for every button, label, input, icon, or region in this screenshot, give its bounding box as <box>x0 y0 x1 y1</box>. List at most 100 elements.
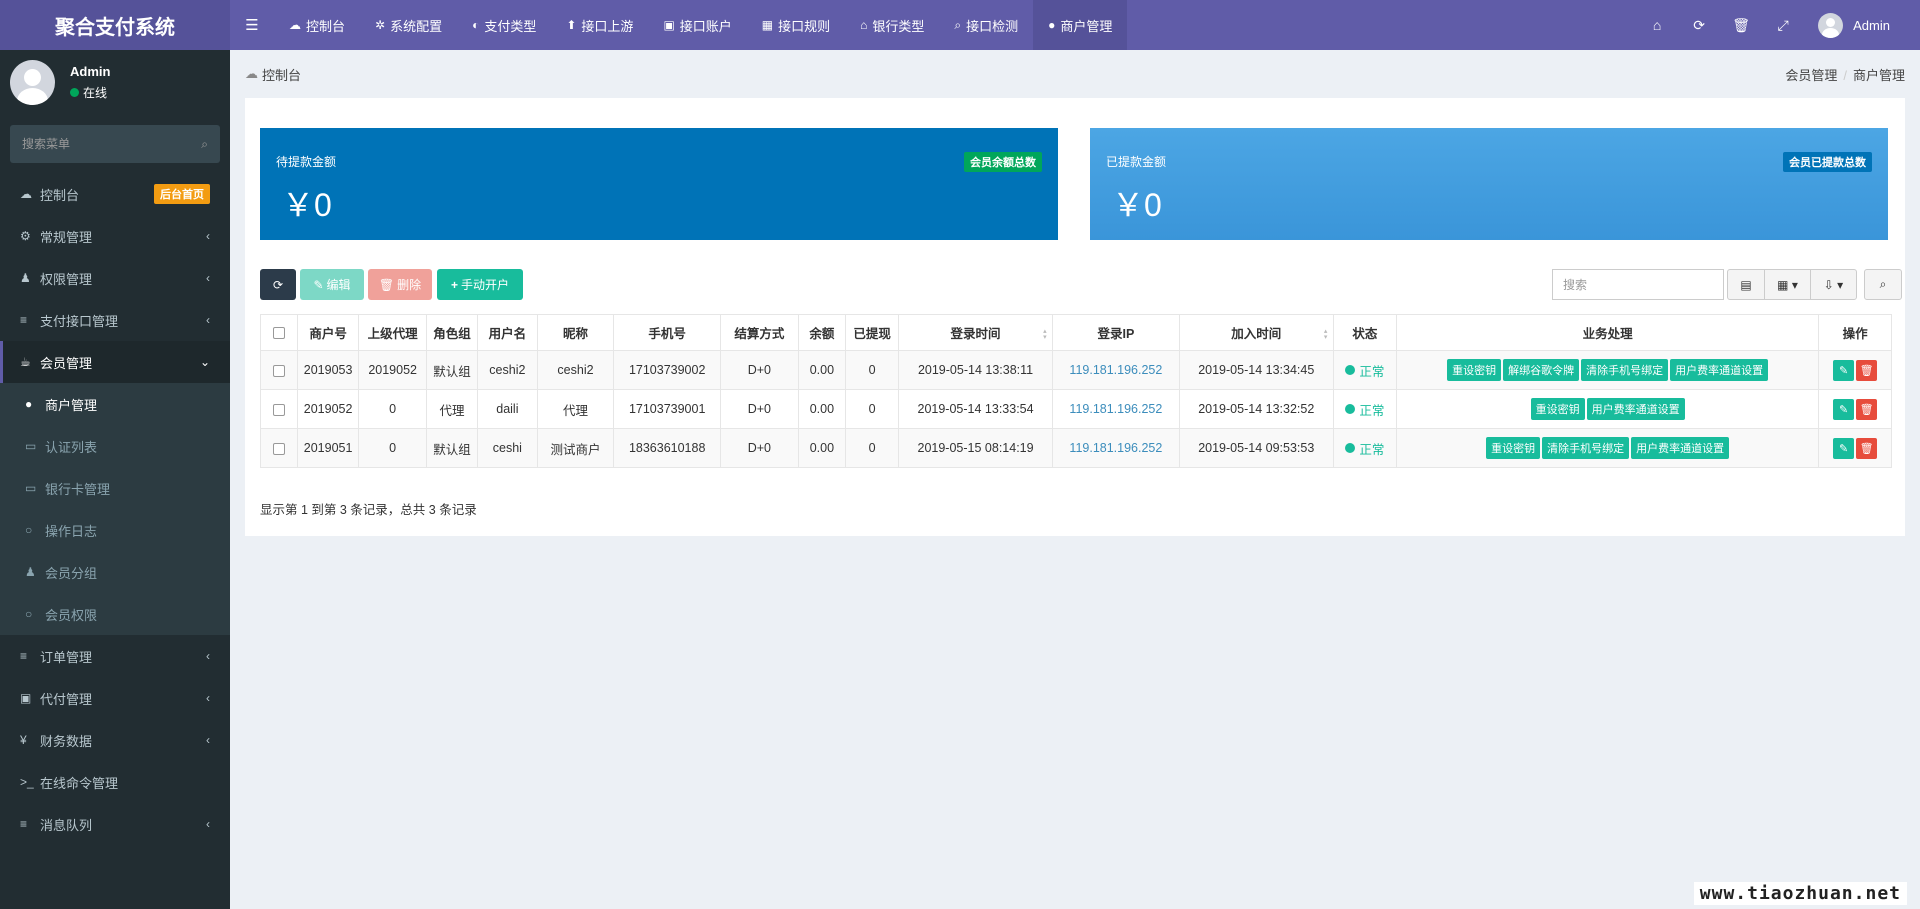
refresh-icon: ⟳ <box>272 277 284 292</box>
edit-button[interactable]: ✎ 编辑 <box>300 269 364 300</box>
row-delete-button[interactable]: 🗑 <box>1856 398 1878 420</box>
reset-key-button[interactable]: 重设密钥 <box>1447 359 1502 381</box>
select-all-checkbox[interactable] <box>272 327 285 340</box>
table-row[interactable]: 2019053 2019052 默认组 ceshi2 ceshi2 171037… <box>260 350 1892 390</box>
reset-key-button[interactable]: 重设密钥 <box>1486 437 1541 459</box>
row-checkbox[interactable] <box>272 364 285 377</box>
row-edit-button[interactable]: ✎ <box>1833 437 1855 459</box>
sidebar-item-payout[interactable]: ▣ 代付管理 ‹ <box>0 677 230 719</box>
cell-nickname: ceshi2 <box>536 350 615 390</box>
sidebar-subitem-rule[interactable]: ○ 会员权限 <box>0 593 230 635</box>
grid-icon: ▦ ▾ <box>1777 277 1798 292</box>
col-header: 用户名 <box>477 314 538 351</box>
stat-value: ￥0 <box>282 187 332 223</box>
clear-phone-button[interactable]: 清除手机号绑定 <box>1542 437 1630 459</box>
columns-button[interactable]: ▦ ▾ <box>1764 269 1811 300</box>
rate-channel-button[interactable]: 用户费率通道设置 <box>1586 398 1685 420</box>
trash-icon[interactable]: 🗑 <box>1720 17 1762 34</box>
topnav-system-config[interactable]: ✲ 系统配置 <box>360 0 457 50</box>
topnav-account[interactable]: ▣ 接口账户 <box>648 0 746 50</box>
sidebar-subitem-bank-card[interactable]: ▭ 银行卡管理 <box>0 467 230 509</box>
export-button[interactable]: ⇩ ▾ <box>1810 269 1857 300</box>
clear-phone-button[interactable]: 清除手机号绑定 <box>1581 359 1669 381</box>
row-edit-button[interactable]: ✎ <box>1833 359 1855 381</box>
unbind-google-button[interactable]: 解绑谷歌令牌 <box>1503 359 1580 381</box>
sidebar-item-command[interactable]: >_ 在线命令管理 <box>0 761 230 803</box>
cell-balance: 0.00 <box>797 389 846 429</box>
home-icon[interactable]: ⌂ <box>1636 17 1678 33</box>
row-edit-button[interactable]: ✎ <box>1833 398 1855 420</box>
col-header-sortable[interactable]: 登录时间 <box>898 314 1053 351</box>
circle-icon: ○ <box>25 523 33 537</box>
app-logo[interactable]: 聚合支付系统 <box>0 0 230 50</box>
cell-join-time: 2019-05-14 13:34:45 <box>1178 350 1334 390</box>
topnav-merchant[interactable]: ● 商户管理 <box>1033 0 1128 50</box>
ip-link[interactable]: 119.181.196.252 <box>1069 363 1162 377</box>
rate-channel-button[interactable]: 用户费率通道设置 <box>1670 359 1769 381</box>
cell-withdrawn: 0 <box>844 389 900 429</box>
menu-search-input[interactable] <box>22 137 202 151</box>
sidebar-item-queue[interactable]: ≡ 消息队列 ‹ <box>0 803 230 845</box>
header-user-menu[interactable]: Admin <box>1818 12 1890 38</box>
table-row[interactable]: 2019051 0 默认组 ceshi 测试商户 18363610188 D+0… <box>260 428 1892 468</box>
fullscreen-icon[interactable]: ⤢ <box>1762 17 1804 34</box>
topnav-check[interactable]: ⌕ 接口检测 <box>939 0 1033 50</box>
refresh-icon[interactable]: ⟳ <box>1678 17 1720 34</box>
sidebar-item-dashboard[interactable]: ☁ 控制台 后台首页 <box>0 173 230 215</box>
advanced-search-button[interactable]: ⌕ <box>1864 269 1902 300</box>
add-merchant-button[interactable]: + 手动开户 <box>437 269 523 300</box>
cell-login-time: 2019-05-14 13:33:54 <box>898 389 1053 429</box>
delete-button[interactable]: 🗑 删除 <box>368 269 432 300</box>
rate-channel-button[interactable]: 用户费率通道设置 <box>1631 437 1730 459</box>
status-dot-icon <box>70 88 79 97</box>
refresh-button[interactable]: ⟳ <box>260 269 296 300</box>
topnav-bank-type[interactable]: ⌂ 银行类型 <box>845 0 939 50</box>
topnav-pay-type[interactable]: ◐ 支付类型 <box>457 0 551 50</box>
select-all-cell <box>260 314 298 351</box>
table-search-input[interactable] <box>1552 269 1724 300</box>
search-icon: ⌕ <box>954 17 962 32</box>
cell-id: 2019053 <box>296 350 360 390</box>
col-header: 手机号 <box>613 314 721 351</box>
col-header-sortable[interactable]: 加入时间 <box>1178 314 1334 351</box>
topnav-rules[interactable]: ▦ 接口规则 <box>747 0 845 50</box>
cell-settle: D+0 <box>719 350 799 390</box>
status-dot-icon <box>1345 443 1356 453</box>
sidebar-item-finance[interactable]: ¥ 财务数据 ‹ <box>0 719 230 761</box>
cell-settle: D+0 <box>719 389 799 429</box>
sidebar-item-general[interactable]: ⚙ 常规管理 ‹ <box>0 215 230 257</box>
pencil-icon: ✎ <box>1838 442 1849 455</box>
dashboard-icon: ☁ <box>20 187 32 201</box>
sidebar-subitem-log[interactable]: ○ 操作日志 <box>0 509 230 551</box>
cell-settle: D+0 <box>719 428 799 468</box>
ip-link[interactable]: 119.181.196.252 <box>1069 441 1162 455</box>
row-checkbox[interactable] <box>272 403 285 416</box>
breadcrumb-member[interactable]: 会员管理 <box>1785 68 1837 83</box>
row-delete-button[interactable]: 🗑 <box>1856 437 1878 459</box>
reset-key-button[interactable]: 重设密钥 <box>1530 398 1585 420</box>
sidebar-subitem-group[interactable]: ♟ 会员分组 <box>0 551 230 593</box>
main-content: ☁ 控制台 会员管理 / 商户管理 待提款金额 ￥0 会员余额总数 已提款金额 ￥0… <box>230 50 1920 909</box>
toggle-view-button[interactable]: ▤ <box>1727 269 1765 300</box>
sidebar-item-pay-interface[interactable]: ≡ 支付接口管理 ‹ <box>0 299 230 341</box>
chevron-left-icon: ‹ <box>206 649 210 663</box>
sidebar-subitem-merchant[interactable]: ● 商户管理 <box>0 383 230 425</box>
sidebar-item-order[interactable]: ≡ 订单管理 ‹ <box>0 635 230 677</box>
row-delete-button[interactable]: 🗑 <box>1856 359 1878 381</box>
table-toolbar: ⟳ ✎编辑 🗑删除 +手动开户 ▤ ▦ ▾ ⇩ ▾ ⌕ <box>260 269 1902 301</box>
search-icon[interactable]: ⌕ <box>201 137 208 152</box>
table-row[interactable]: 2019052 0 代理 daili 代理 17103739001 D+0 0.… <box>260 389 1892 429</box>
breadcrumb-home[interactable]: 控制台 <box>262 65 301 84</box>
sidebar-subitem-auth-list[interactable]: ▭ 认证列表 <box>0 425 230 467</box>
sidebar-item-permission[interactable]: ♟ 权限管理 ‹ <box>0 257 230 299</box>
ip-link[interactable]: 119.181.196.252 <box>1069 402 1162 416</box>
sidebar-toggle-button[interactable]: ☰ <box>230 0 274 50</box>
topnav-upstream[interactable]: ⬆ 接口上游 <box>551 0 648 50</box>
sidebar-item-member[interactable]: ☕ 会员管理 ⌄ <box>0 341 230 383</box>
user-icon: ● <box>1048 18 1056 32</box>
dashboard-icon: ☁ <box>245 66 258 81</box>
row-checkbox[interactable] <box>272 442 285 455</box>
cell-balance: 0.00 <box>797 350 846 390</box>
topnav-dashboard[interactable]: ☁ 控制台 <box>274 0 360 50</box>
table-header-row: 商户号 上级代理 角色组 用户名 昵称 手机号 结算方式 余额 已提现 登录时间… <box>260 314 1892 351</box>
